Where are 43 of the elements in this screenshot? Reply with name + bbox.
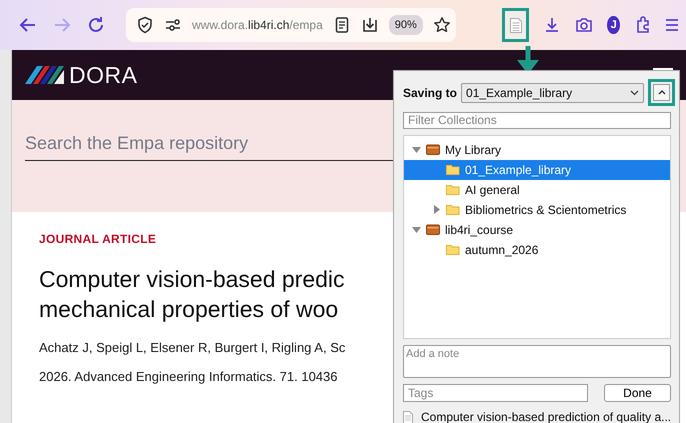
menu-icon[interactable] bbox=[666, 16, 678, 34]
url-text[interactable]: www.dora.lib4ri.ch/empa bbox=[192, 18, 323, 32]
done-button[interactable]: Done bbox=[604, 384, 671, 402]
tags-field[interactable]: Tags bbox=[403, 384, 588, 402]
search-field[interactable]: Search the Empa repository bbox=[25, 126, 405, 161]
saving-to-label: Saving to bbox=[403, 86, 458, 100]
tree-item[interactable]: Bibliometrics & Scientometrics bbox=[404, 200, 670, 220]
library-icon bbox=[426, 144, 440, 156]
tree-item[interactable]: 01_Example_library bbox=[404, 160, 670, 180]
expanded-arrow-icon[interactable] bbox=[412, 225, 421, 234]
reload-icon[interactable] bbox=[86, 15, 106, 35]
collapsed-arrow-icon[interactable] bbox=[432, 205, 441, 214]
download-tray-icon[interactable] bbox=[360, 16, 379, 34]
camera-icon[interactable] bbox=[575, 16, 594, 34]
article-type: JOURNAL ARTICLE bbox=[39, 232, 156, 246]
tree-item[interactable]: My Library bbox=[404, 140, 670, 160]
folder-icon bbox=[446, 244, 460, 256]
address-bar[interactable]: www.dora.lib4ri.ch/empa 90% bbox=[126, 8, 456, 42]
tree-item[interactable]: autumn_2026 bbox=[404, 240, 670, 260]
article-title-line: Computer vision-based predic bbox=[39, 265, 345, 294]
tree-item[interactable]: AI general bbox=[404, 180, 670, 200]
expanded-arrow-icon[interactable] bbox=[412, 145, 421, 154]
author-list: Achatz J, Speigl L, Elsener R, Burgert I, Rigling A, Sc bbox=[39, 340, 346, 355]
folder-icon bbox=[446, 184, 460, 196]
chevron-up-icon[interactable] bbox=[658, 90, 666, 95]
folder-icon bbox=[446, 204, 460, 216]
chevron-down-icon[interactable] bbox=[630, 90, 639, 96]
zoom-level[interactable]: 90% bbox=[388, 15, 423, 35]
logo-mark-icon bbox=[25, 66, 65, 84]
save-page-button[interactable] bbox=[502, 8, 530, 42]
citation-text: 2026. Advanced Engineering Informatics. 71. 10436 bbox=[39, 369, 338, 384]
star-icon[interactable] bbox=[432, 16, 451, 34]
puzzle-icon[interactable] bbox=[634, 16, 652, 34]
folder-icon bbox=[446, 164, 460, 176]
tree-item[interactable]: lib4ri_course bbox=[404, 220, 670, 240]
profile-avatar[interactable]: J bbox=[607, 16, 620, 34]
note-field[interactable]: Add a note bbox=[403, 344, 671, 378]
site-logo[interactable]: DORA bbox=[69, 62, 138, 88]
library-icon bbox=[426, 224, 440, 236]
filter-field[interactable]: Filter Collections bbox=[403, 112, 671, 129]
collection-dropdown[interactable]: 01_Example_library bbox=[461, 82, 644, 102]
shield-icon[interactable] bbox=[136, 16, 154, 34]
article-title-line: mechanical properties of woo bbox=[39, 295, 340, 324]
